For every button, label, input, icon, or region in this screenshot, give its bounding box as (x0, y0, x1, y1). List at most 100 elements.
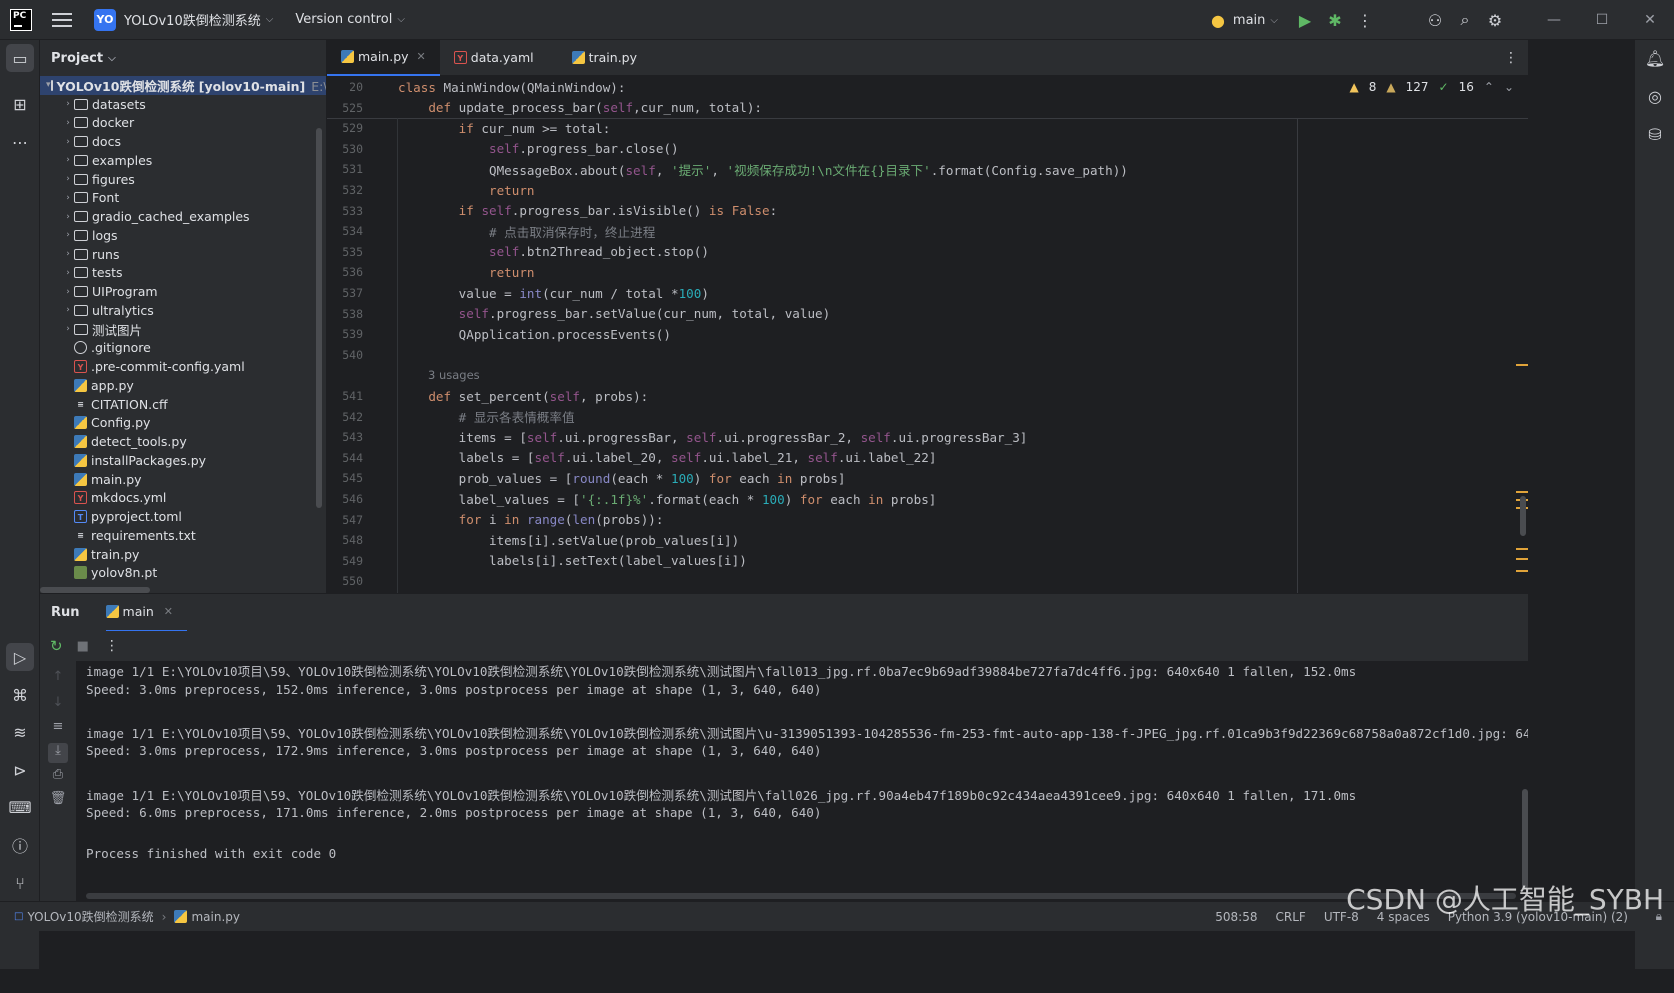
main-menu-button[interactable] (52, 12, 72, 27)
tree-file-row[interactable]: .gitignore (40, 339, 326, 358)
project-folder-icon[interactable]: ▭ (6, 44, 34, 72)
breadcrumb-file[interactable]: main.py (191, 910, 240, 924)
line-separator[interactable]: CRLF (1276, 910, 1306, 924)
usages-hint[interactable]: 3 usages (428, 368, 480, 382)
tree-folder-row[interactable]: › datasets (40, 95, 326, 114)
console-horizontal-scrollbar[interactable] (86, 893, 1516, 899)
project-root-row[interactable]: ▾ YOLOv10跌倒检测系统 [yolov10-main] E:\YOLOv1… (40, 76, 326, 95)
tree-file-row[interactable]: detect_tools.py (40, 432, 326, 451)
expand-arrow-icon[interactable]: › (62, 268, 74, 278)
code-editor[interactable]: ▲ 8 ▲ 127 ✓ 16 ⌃ ⌄ 20 class MainWindow(QMain… (327, 76, 1528, 593)
expand-arrow-icon[interactable]: › (62, 230, 74, 240)
tree-folder-row[interactable]: › docs (40, 132, 326, 151)
expand-arrow-icon[interactable]: › (62, 324, 74, 334)
ai-assistant-icon[interactable]: ◎ (1641, 82, 1669, 110)
tree-folder-row[interactable]: › docker (40, 114, 326, 133)
tree-file-row[interactable]: app.py (40, 376, 326, 395)
expand-arrow-icon[interactable]: › (62, 212, 74, 222)
soft-wrap-icon[interactable]: ≡ (48, 719, 68, 739)
tree-folder-row[interactable]: › gradio_cached_examples (40, 207, 326, 226)
expand-arrow-icon[interactable]: › (62, 193, 74, 203)
run-console[interactable]: image 1/1 E:\YOLOv10项目\59、YOLOv10跌倒检测系统\… (76, 661, 1528, 901)
tree-folder-row[interactable]: › 测试图片 (40, 320, 326, 339)
expand-arrow-icon[interactable]: › (62, 305, 74, 315)
chevron-up-icon[interactable]: ⌃ (1484, 80, 1494, 94)
expand-arrow-icon[interactable]: › (62, 99, 74, 109)
tree-file-row[interactable]: Config.py (40, 414, 326, 433)
tab-main-py[interactable]: main.py ✕ (327, 39, 440, 76)
tree-folder-row[interactable]: › tests (40, 264, 326, 283)
console-scrollbar[interactable] (1522, 789, 1528, 889)
run-tool-icon[interactable]: ▷ (6, 643, 34, 671)
tree-file-row[interactable]: Ymkdocs.yml (40, 489, 326, 508)
tree-folder-row[interactable]: › figures (40, 170, 326, 189)
expand-arrow-icon[interactable]: › (62, 287, 74, 297)
caret-position[interactable]: 508:58 (1215, 910, 1257, 924)
editor-scrollbar[interactable] (1520, 496, 1526, 536)
gear-icon[interactable]: ⚙ (1480, 11, 1510, 30)
tree-file-row[interactable]: Y .pre-commit-config.yaml (40, 357, 326, 376)
services-icon[interactable]: ⊳ (6, 756, 34, 784)
tabs-more-icon[interactable]: ⋮ (1504, 50, 1518, 66)
run-icon[interactable]: ▶ (1290, 11, 1320, 30)
project-panel-header[interactable]: Project ⌵ (40, 40, 326, 76)
tree-file-row[interactable]: yolov8n.pt (40, 564, 326, 583)
version-control-menu[interactable]: Version control (295, 12, 392, 27)
chevron-down-icon[interactable]: ⌄ (1504, 80, 1514, 94)
search-icon[interactable]: ⌕ (1450, 10, 1480, 30)
git-icon[interactable]: ⑂ (6, 869, 34, 897)
tree-folder-row[interactable]: › ultralytics (40, 301, 326, 320)
tree-file-row[interactable]: ≡ CITATION.cff (40, 395, 326, 414)
trash-icon[interactable]: 🗑︎ (48, 791, 68, 811)
tree-folder-row[interactable]: › Font (40, 189, 326, 208)
add-user-icon[interactable]: ⚇ (1420, 11, 1450, 30)
project-selector[interactable]: YOLOv10跌倒检测系统 (124, 10, 261, 29)
arrow-down-icon[interactable]: ↓ (48, 695, 68, 715)
tab-train-py[interactable]: train.py (558, 40, 651, 76)
stop-icon[interactable]: ■ (77, 639, 89, 654)
run-config-selector[interactable]: main (1233, 13, 1265, 28)
print-icon[interactable]: ⎙ (48, 767, 68, 787)
run-tab-main[interactable]: main ✕ (105, 594, 187, 632)
tree-folder-row[interactable]: › UIProgram (40, 282, 326, 301)
maximize-button[interactable]: ☐ (1578, 12, 1626, 28)
layers-icon[interactable]: ≋ (6, 718, 34, 746)
tree-file-row[interactable]: Tpyproject.toml (40, 507, 326, 526)
minimize-button[interactable]: — (1530, 12, 1578, 28)
structure-icon[interactable]: ⊞ (6, 90, 34, 118)
scroll-to-end-icon[interactable]: ⤓ (48, 743, 68, 763)
expand-arrow-icon[interactable]: › (62, 155, 74, 165)
notifications-icon[interactable]: 🔔︎ (1641, 44, 1669, 72)
close-tab-icon[interactable]: ✕ (164, 605, 173, 618)
terminal-icon[interactable]: ⌨ (6, 793, 34, 821)
close-button[interactable]: ✕ (1626, 12, 1674, 28)
close-tab-icon[interactable]: ✕ (417, 50, 426, 63)
expand-arrow-icon[interactable]: ▾ (46, 80, 51, 90)
expand-arrow-icon[interactable]: › (62, 174, 74, 184)
tree-folder-row[interactable]: › examples (40, 151, 326, 170)
debug-icon[interactable]: ✱ (1320, 11, 1350, 30)
breadcrumb-project[interactable]: YOLOv10跌倒检测系统 (27, 908, 153, 925)
expand-arrow-icon[interactable]: › (62, 118, 74, 128)
tab-data-yaml[interactable]: Y data.yaml (440, 40, 548, 76)
project-scrollbar[interactable] (316, 128, 322, 508)
tree-file-row[interactable]: train.py (40, 545, 326, 564)
more-icon[interactable]: ⋮ (1350, 11, 1380, 30)
line-number: 537 (342, 286, 363, 301)
tree-file-row[interactable]: ≡ requirements.txt (40, 526, 326, 545)
database-icon[interactable]: ⛁ (1641, 120, 1669, 148)
tree-folder-row[interactable]: › logs (40, 226, 326, 245)
arrow-up-icon[interactable]: ↑ (48, 669, 68, 689)
tree-item-label: CITATION.cff (91, 396, 168, 412)
tree-file-row[interactable]: installPackages.py (40, 451, 326, 470)
rerun-icon[interactable]: ↻ (50, 637, 63, 655)
tree-file-row[interactable]: main.py (40, 470, 326, 489)
project-badge[interactable]: YO (94, 8, 116, 31)
expand-arrow-icon[interactable]: › (62, 249, 74, 259)
problems-icon[interactable]: ⓘ (6, 831, 34, 859)
more-icon[interactable]: ⋮ (105, 638, 119, 654)
tree-folder-row[interactable]: › runs (40, 245, 326, 264)
more-tools-icon[interactable]: ⋯ (6, 128, 34, 156)
python-console-icon[interactable]: ⌘ (6, 681, 34, 709)
expand-arrow-icon[interactable]: › (62, 137, 74, 147)
